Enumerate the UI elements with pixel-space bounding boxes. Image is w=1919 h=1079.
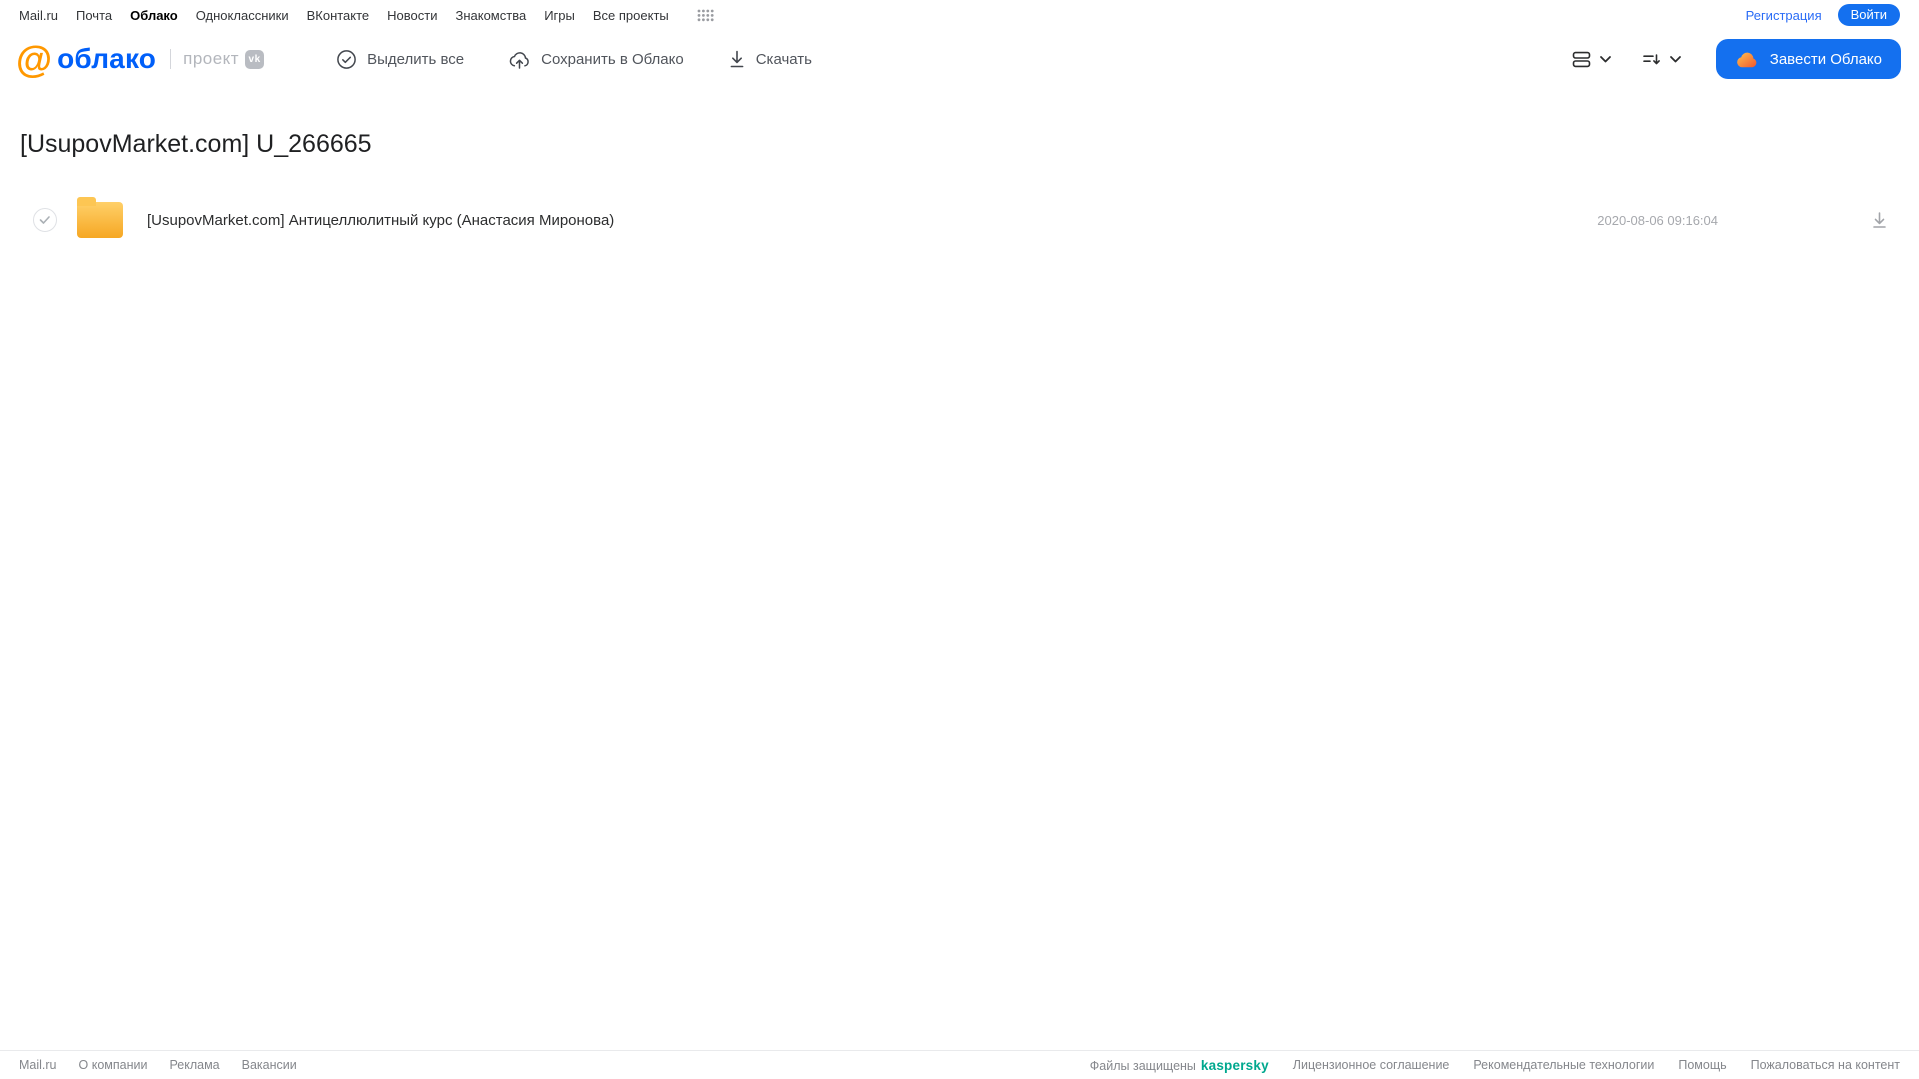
nav-mailru[interactable]: Mail.ru bbox=[19, 8, 58, 23]
all-projects-grid-icon[interactable] bbox=[697, 9, 714, 22]
nav-vkontakte[interactable]: ВКонтакте bbox=[307, 8, 370, 23]
nav-igry[interactable]: Игры bbox=[544, 8, 575, 23]
kaspersky-logo: kaspersky bbox=[1200, 1057, 1269, 1073]
chevron-down-icon bbox=[1669, 55, 1682, 64]
header-right-controls: Завести Облако bbox=[1570, 39, 1901, 79]
select-all-button[interactable]: Выделить все bbox=[336, 49, 464, 70]
download-button[interactable]: Скачать bbox=[728, 49, 812, 69]
check-icon bbox=[39, 216, 50, 224]
footer-license-link[interactable]: Лицензионное соглашение bbox=[1293, 1058, 1450, 1072]
logo-divider bbox=[170, 49, 172, 69]
project-text: проект bbox=[183, 49, 240, 68]
file-date: 2020-08-06 09:16:04 bbox=[1597, 212, 1718, 228]
download-icon bbox=[728, 49, 746, 69]
cloud-header: @ облако проект vk Выделить все Сохранит… bbox=[0, 28, 1919, 90]
cloud-upload-icon bbox=[508, 49, 531, 70]
login-button[interactable]: Войти bbox=[1837, 4, 1900, 26]
create-cloud-label: Завести Облако bbox=[1769, 50, 1882, 68]
select-all-label: Выделить все bbox=[367, 50, 465, 68]
portal-auth: Регистрация Войти bbox=[1746, 4, 1900, 26]
nav-odnoklassniki[interactable]: Одноклассники bbox=[196, 8, 289, 23]
folder-icon bbox=[77, 197, 123, 238]
view-mode-selector[interactable] bbox=[1570, 49, 1612, 70]
cloud-logo-text: облако bbox=[57, 43, 157, 74]
footer-about-link[interactable]: О компании bbox=[79, 1058, 148, 1072]
page-title: [UsupovMarket.com] U_266665 bbox=[20, 130, 372, 158]
row-checkbox[interactable] bbox=[33, 208, 57, 232]
vk-project-label: проект vk bbox=[183, 49, 265, 69]
download-label: Скачать bbox=[755, 50, 812, 68]
main-content: [UsupovMarket.com] U_266665 [UsupovMarke… bbox=[0, 130, 1919, 246]
footer-right-links: Файлы защищены kaspersky Лицензионное со… bbox=[1090, 1058, 1900, 1073]
footer-mailru-link[interactable]: Mail.ru bbox=[19, 1058, 57, 1072]
portal-topbar: Mail.ru Почта Облако Одноклассники ВКонт… bbox=[0, 0, 1919, 28]
cloud-blob-icon bbox=[1735, 50, 1760, 69]
portal-nav: Mail.ru Почта Облако Одноклассники ВКонт… bbox=[19, 8, 714, 23]
cloud-logo[interactable]: @ облако bbox=[16, 41, 156, 78]
check-circle-icon bbox=[336, 49, 357, 70]
sort-icon bbox=[1640, 49, 1663, 70]
nav-novosti[interactable]: Новости bbox=[387, 8, 437, 23]
footer-report-link[interactable]: Пожаловаться на контент bbox=[1751, 1058, 1900, 1072]
file-name-link[interactable]: [UsupovMarket.com] Антицеллюлитный курс … bbox=[147, 212, 614, 229]
row-download-icon[interactable] bbox=[1870, 210, 1889, 230]
nav-oblako[interactable]: Облако bbox=[130, 8, 178, 23]
list-view-icon bbox=[1570, 49, 1593, 70]
save-to-cloud-button[interactable]: Сохранить в Облако bbox=[508, 49, 684, 70]
footer-left-links: Mail.ru О компании Реклама Вакансии bbox=[19, 1058, 297, 1072]
chevron-down-icon bbox=[1599, 55, 1612, 64]
footer-ads-link[interactable]: Реклама bbox=[169, 1058, 219, 1072]
footer-jobs-link[interactable]: Вакансии bbox=[242, 1058, 297, 1072]
registration-link[interactable]: Регистрация bbox=[1746, 8, 1822, 23]
nav-pochta[interactable]: Почта bbox=[76, 8, 112, 23]
nav-znakomstva[interactable]: Знакомства bbox=[455, 8, 526, 23]
footer-help-link[interactable]: Помощь bbox=[1678, 1058, 1726, 1072]
nav-vse-proekty[interactable]: Все проекты bbox=[593, 8, 669, 23]
footer-recommendations-link[interactable]: Рекомендательные технологии bbox=[1473, 1058, 1654, 1072]
sort-selector[interactable] bbox=[1640, 49, 1682, 70]
kaspersky-protection[interactable]: Файлы защищены kaspersky bbox=[1090, 1058, 1269, 1073]
protected-label: Файлы защищены bbox=[1089, 1058, 1196, 1073]
mailru-at-icon: @ bbox=[16, 38, 52, 80]
vk-icon: vk bbox=[245, 49, 265, 69]
create-cloud-button[interactable]: Завести Облако bbox=[1715, 39, 1901, 79]
footer: Mail.ru О компании Реклама Вакансии Файл… bbox=[0, 1050, 1919, 1079]
save-to-cloud-label: Сохранить в Облако bbox=[541, 50, 684, 68]
action-toolbar: Выделить все Сохранить в Облако Скачать bbox=[336, 49, 812, 70]
file-row[interactable]: [UsupovMarket.com] Антицеллюлитный курс … bbox=[0, 194, 1919, 246]
